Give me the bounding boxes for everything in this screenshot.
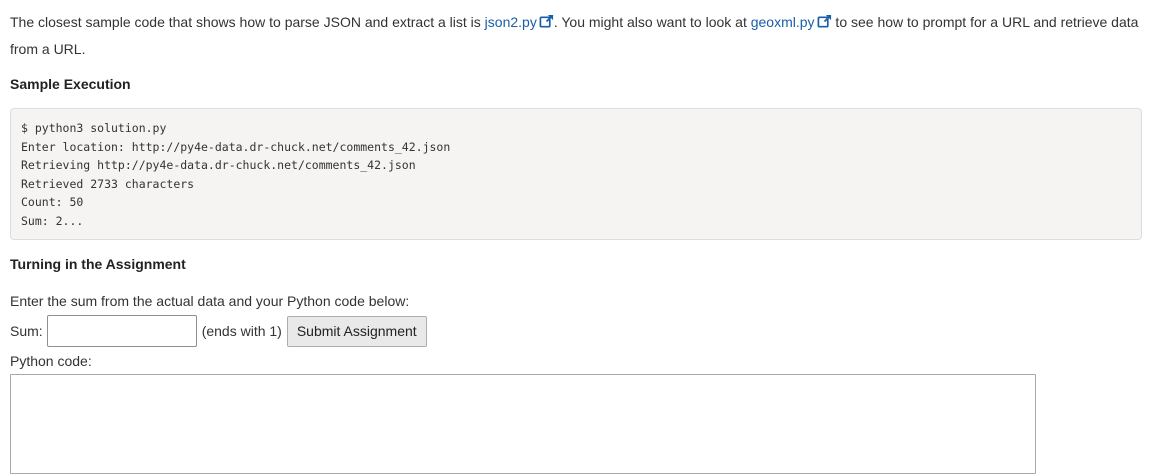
intro-paragraph: The closest sample code that shows how t… — [10, 0, 1150, 63]
python-code-label: Python code: — [10, 353, 92, 369]
code-line: $ python3 solution.py — [21, 121, 167, 135]
submit-assignment-button[interactable]: Submit Assignment — [286, 315, 427, 347]
sum-hint: (ends with 1) — [201, 323, 282, 339]
external-link-icon[interactable] — [539, 14, 554, 29]
json2-link[interactable]: json2.py — [485, 14, 537, 30]
code-line: Enter location: http://py4e-data.dr-chuc… — [21, 139, 451, 154]
sum-input[interactable] — [46, 315, 197, 347]
assignment-page: The closest sample code that shows how t… — [10, 0, 1150, 474]
sum-form-row: Sum: (ends with 1) Submit Assignment — [10, 315, 427, 347]
python-code-textarea[interactable] — [10, 374, 1036, 474]
intro-text-1: The closest sample code that shows how t… — [10, 14, 485, 30]
external-link-icon[interactable] — [817, 14, 832, 29]
turnin-heading: Turning in the Assignment — [10, 256, 186, 272]
sample-execution-code: $ python3 solution.py Enter location: ht… — [10, 108, 1142, 240]
code-line: Sum: 2... — [21, 213, 84, 228]
code-line: Retrieved 2733 characters — [21, 176, 195, 191]
geoxml-link[interactable]: geoxml.py — [751, 14, 815, 30]
sum-label: Sum: — [10, 323, 43, 339]
code-line: Retrieving http://py4e-data.dr-chuck.net… — [21, 158, 416, 172]
code-line: Count: 50 — [21, 195, 84, 209]
sample-execution-heading: Sample Execution — [10, 76, 131, 92]
turnin-instructions: Enter the sum from the actual data and y… — [10, 293, 410, 309]
intro-text-2: . You might also want to look at — [553, 14, 751, 30]
